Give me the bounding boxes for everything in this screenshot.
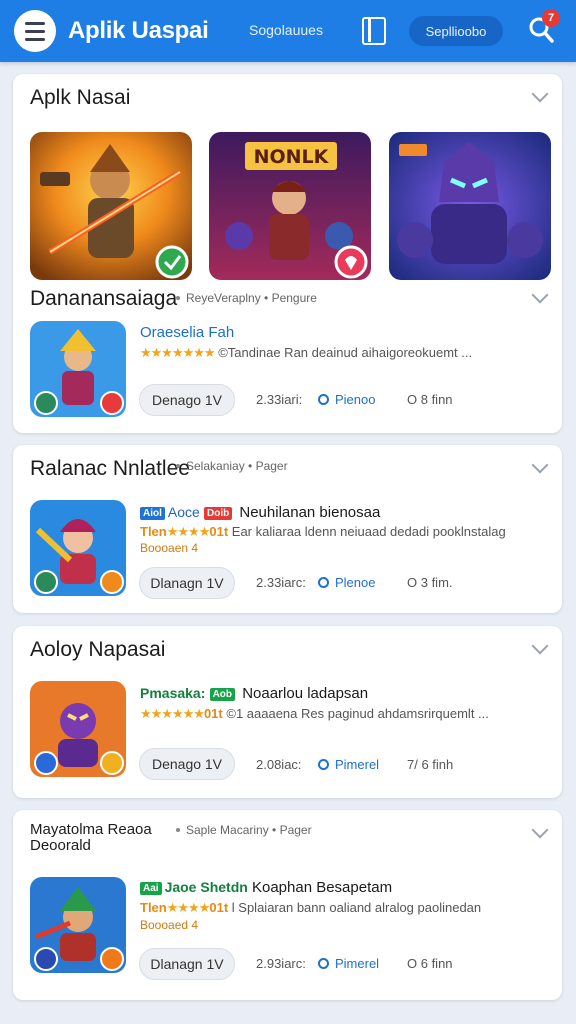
app-icon[interactable] xyxy=(30,681,126,777)
star-rating-icon: ★★★★ xyxy=(166,524,211,539)
app-title: Aplik Uaspai xyxy=(68,17,209,44)
chevron-down-icon[interactable] xyxy=(531,821,549,839)
svg-text:NONLK: NONLK xyxy=(254,146,330,168)
nav-link[interactable]: Sogolauues xyxy=(249,22,323,38)
section-meta: Saple Macariny • Pager xyxy=(176,823,312,837)
section-meta: Selakaniay • Pager xyxy=(176,459,288,473)
app-icon[interactable] xyxy=(30,321,126,417)
play-time: O 3 fim. xyxy=(407,575,453,590)
download-button[interactable]: Dlanagn 1V xyxy=(139,567,235,599)
section-card: Mayatolma Reaoa Deoorald Saple Macariny … xyxy=(13,810,562,1000)
hamburger-icon[interactable] xyxy=(14,10,56,52)
tag-badge: Aai xyxy=(140,882,162,895)
download-count: 2.33iarc: xyxy=(256,575,306,590)
tag-badge: Aob xyxy=(209,688,236,701)
chevron-down-icon[interactable] xyxy=(531,456,549,474)
game-hero-icon xyxy=(30,877,126,973)
download-count: 2.93iarc: xyxy=(256,956,306,971)
category-link[interactable]: Plenoe xyxy=(318,575,375,590)
notification-badge: 7 xyxy=(542,9,560,27)
featured-title: Aplk Nasai xyxy=(30,86,131,109)
game-hero-icon xyxy=(30,500,126,596)
star-rating-icon: ★★★★ xyxy=(166,900,211,915)
chevron-down-icon[interactable] xyxy=(531,286,549,304)
tag-badge: Aiol xyxy=(140,507,165,520)
download-button[interactable]: Dlanagn 1V xyxy=(139,948,235,980)
app-rating: ★★★★★★★ ©Tandinae Ran deainud aihaigoreo… xyxy=(140,345,473,360)
featured-game-tile[interactable] xyxy=(30,132,192,280)
featured-card: Aplk Nasai NONLK Dananansaiaga ReyeVerap… xyxy=(13,74,562,433)
star-rating-icon: ★★★★★★★ xyxy=(140,345,216,360)
app-name[interactable]: Aai Jaoe Shetdn Koaphan Besapetam xyxy=(140,879,392,896)
game-robot-icon xyxy=(389,132,551,280)
circle-icon xyxy=(318,577,329,588)
tag-label: Pmasaka: xyxy=(140,685,206,701)
download-button[interactable]: Denago 1V xyxy=(139,748,235,780)
app-icon[interactable] xyxy=(30,500,126,596)
featured-game-tile[interactable] xyxy=(389,132,551,280)
section-title: Aoloy Napasai xyxy=(30,638,166,661)
app-rating: Tlen★★★★01t l Splaiaran bann oaliand alr… xyxy=(140,900,482,915)
game-nonlk-icon: NONLK xyxy=(209,132,371,280)
game-hero-icon xyxy=(30,132,192,280)
header-pill-button[interactable]: Sepllioobo xyxy=(409,16,503,46)
app-icon[interactable] xyxy=(30,877,126,973)
category-link[interactable]: Pienoo xyxy=(318,392,375,407)
section-card: Aoloy Napasai Pmasaka: Aob Noaarlou lada… xyxy=(13,626,562,798)
tag-label: Jaoe Shetdn xyxy=(164,879,248,895)
chevron-down-icon[interactable] xyxy=(531,637,549,655)
play-time: O 6 finn xyxy=(407,956,453,971)
featured-game-tile[interactable]: NONLK xyxy=(209,132,371,280)
tag-label: Aoce xyxy=(167,504,200,520)
game-robot-icon xyxy=(30,681,126,777)
app-name[interactable]: Pmasaka: Aob Noaarlou ladapsan xyxy=(140,685,368,702)
play-time: O 8 finn xyxy=(407,392,453,407)
star-rating-icon: ★★★★★★ xyxy=(140,706,205,721)
download-count: 2.08iac: xyxy=(256,757,302,772)
circle-icon xyxy=(318,394,329,405)
section-meta: ReyeVeraplny • Pengure xyxy=(176,291,317,305)
section-title: Mayatolma Reaoa Deoorald xyxy=(30,821,152,854)
circle-icon xyxy=(318,958,329,969)
app-rating: ★★★★★★01t ©1 aaaaena Res paginud ahdamsr… xyxy=(140,706,489,721)
app-name[interactable]: Oraeselia Fah xyxy=(140,324,234,341)
app-subtext: Boooaed 4 xyxy=(140,918,199,932)
play-time: 7/ 6 finh xyxy=(407,757,454,772)
category-link[interactable]: Pimerel xyxy=(318,757,379,772)
category-link[interactable]: Pimerel xyxy=(318,956,379,971)
tag-badge: Doib xyxy=(203,507,233,520)
circle-icon xyxy=(318,759,329,770)
app-rating: Tlen★★★★01t Ear kaliaraa ldenn neiuaad d… xyxy=(140,524,506,539)
chevron-down-icon[interactable] xyxy=(531,85,549,103)
app-subtext: Boooaen 4 xyxy=(140,541,199,555)
download-count: 2.33iari: xyxy=(256,392,303,407)
section-card: Ralanac Nnlatlee Selakaniay • Pager Aiol… xyxy=(13,445,562,613)
document-icon[interactable] xyxy=(362,17,386,45)
app-name[interactable]: Aiol Aoce Doib Neuhilanan bienosaa xyxy=(140,504,380,521)
game-hero-icon xyxy=(30,321,126,417)
section-title: Ralanac Nnlatlee xyxy=(30,457,190,480)
download-button[interactable]: Denago 1V xyxy=(139,384,235,416)
section-title: Dananansaiaga xyxy=(30,287,178,310)
